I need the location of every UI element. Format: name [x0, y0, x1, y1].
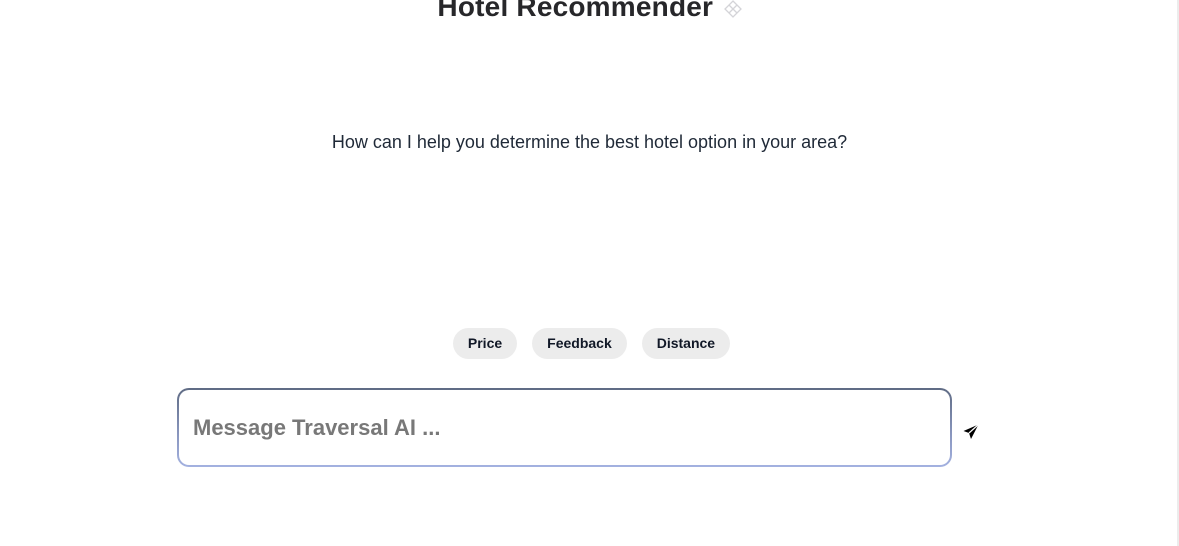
suggestion-chip-distance[interactable]: Distance: [641, 328, 731, 359]
app-page: Hotel Recommender How can I help you det…: [0, 0, 1179, 546]
diamond-grid-icon: [723, 0, 742, 18]
message-input[interactable]: [179, 390, 950, 465]
page-title: Hotel Recommender: [437, 0, 714, 22]
suggestion-chip-feedback[interactable]: Feedback: [532, 328, 627, 359]
message-composer: [177, 388, 952, 467]
paper-plane-icon: [963, 424, 979, 439]
send-button[interactable]: [962, 423, 980, 441]
suggestion-chips: Price Feedback Distance: [0, 328, 1179, 359]
header: Hotel Recommender: [0, 0, 1179, 23]
suggestion-chip-price[interactable]: Price: [452, 328, 518, 359]
assistant-prompt: How can I help you determine the best ho…: [331, 132, 848, 152]
